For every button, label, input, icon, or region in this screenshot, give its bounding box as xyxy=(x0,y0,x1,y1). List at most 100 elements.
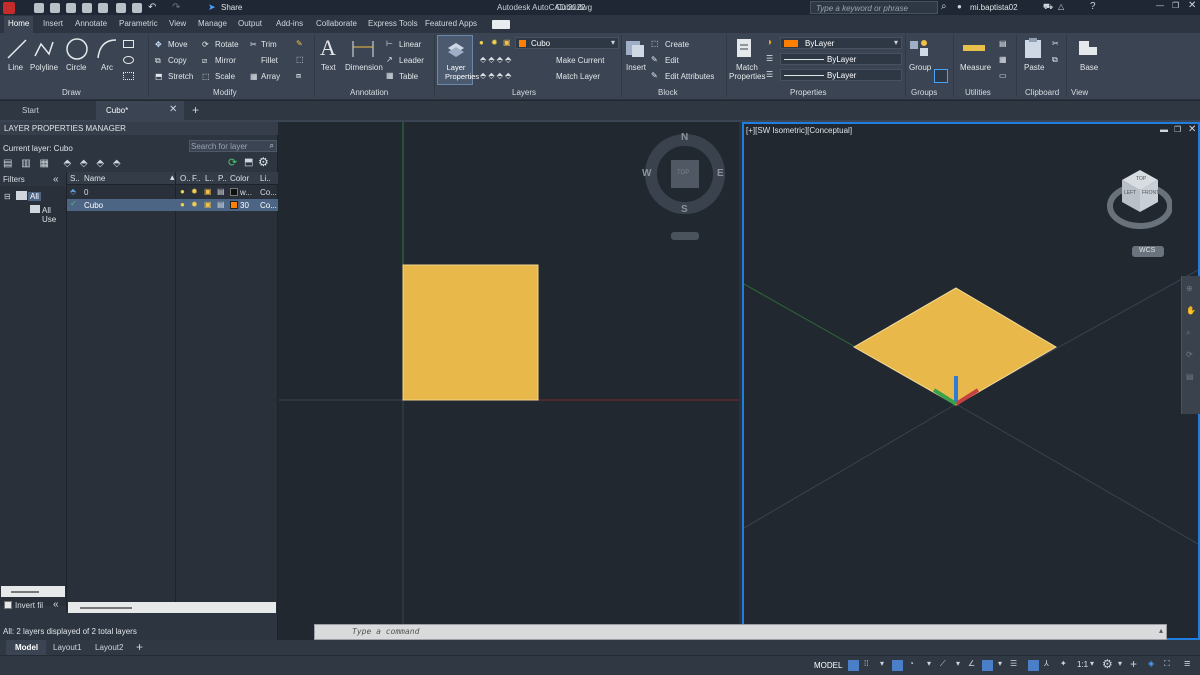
redo-icon[interactable]: ↷ xyxy=(172,2,180,13)
annotation-panel-title[interactable]: Annotation xyxy=(350,88,388,97)
close-icon[interactable]: ✕ xyxy=(1188,0,1196,11)
save-as-icon[interactable] xyxy=(82,3,92,13)
tree-expand-icon[interactable]: ⊟ xyxy=(4,192,11,201)
chevron-down-icon[interactable]: ▾ xyxy=(1118,659,1122,668)
make-current-button[interactable]: Make Current xyxy=(556,56,604,65)
view-panel-title[interactable]: View xyxy=(1071,88,1088,97)
edit-button[interactable]: Edit xyxy=(665,56,679,65)
customize-menu-icon[interactable]: ≡ xyxy=(1184,658,1190,670)
isolate-icon[interactable]: ◈ xyxy=(1148,659,1154,668)
zoom-icon[interactable]: ⌕ xyxy=(1186,328,1190,338)
array-button[interactable]: Array xyxy=(261,72,280,81)
invert-filter-checkbox[interactable] xyxy=(4,601,12,609)
line-icon[interactable] xyxy=(6,38,28,60)
color-dropdown[interactable]: ByLayer ▾ xyxy=(780,37,902,49)
restore-icon[interactable]: ❐ xyxy=(1172,1,1179,10)
navigation-bar[interactable]: ⊕ ✋ ⌕ ⟳ ▤ xyxy=(1181,276,1200,414)
bulb-on-icon[interactable]: ● xyxy=(180,200,185,209)
autodesk-icon[interactable]: △ xyxy=(1058,2,1064,11)
tab-featured-apps[interactable]: Featured Apps xyxy=(425,19,477,28)
autoscale-icon[interactable]: ✦ xyxy=(1060,659,1067,668)
layer-name[interactable]: 0 xyxy=(84,188,88,197)
viewport-top[interactable]: N S E W TOP xyxy=(279,122,740,640)
col-on[interactable]: O.. xyxy=(180,174,191,183)
tree-scrollbar[interactable] xyxy=(1,586,65,597)
base-view-icon[interactable] xyxy=(1077,39,1099,57)
calculator-icon[interactable]: ▤ xyxy=(999,39,1007,48)
table-row[interactable]: ✓ Cubo ● ✹ ▣ ▤ 30 Co... xyxy=(67,199,278,211)
refresh-icon[interactable]: ⟳ xyxy=(228,156,237,169)
tab-manage[interactable]: Manage xyxy=(198,19,227,28)
table-scrollbar[interactable] xyxy=(68,602,276,613)
help-search-input[interactable]: Type a keyword or phrase xyxy=(810,1,938,14)
offset-icon[interactable]: ⧈ xyxy=(296,71,301,81)
layer-states-icon[interactable]: ⬒ xyxy=(244,157,253,168)
layer-linetype[interactable]: Co... xyxy=(260,188,277,197)
move-button[interactable]: Move xyxy=(168,40,188,49)
isodraft-icon[interactable]: ⟋ xyxy=(940,659,946,669)
plot-icon[interactable]: ▤ xyxy=(217,200,225,209)
wcs-menu[interactable] xyxy=(671,232,699,240)
copy-button[interactable]: Copy xyxy=(168,56,187,65)
col-color[interactable]: Color xyxy=(230,174,249,183)
col-freeze[interactable]: F.. xyxy=(192,174,200,183)
layers-panel-title[interactable]: Layers xyxy=(512,88,536,97)
draw-panel-title[interactable]: Draw xyxy=(62,88,81,97)
polyline-icon[interactable] xyxy=(33,38,55,60)
unlock-icon[interactable]: ▣ xyxy=(204,200,212,209)
collapse-filters-icon[interactable]: « xyxy=(53,174,59,185)
model-space-button[interactable]: MODEL xyxy=(814,661,842,670)
doc-tab-start[interactable]: Start xyxy=(0,101,95,120)
print-icon[interactable] xyxy=(132,3,142,13)
col-lock[interactable]: L.. xyxy=(205,174,214,183)
osnap-icon[interactable] xyxy=(982,660,993,671)
table-button[interactable]: Table xyxy=(399,72,418,81)
utilities-panel-title[interactable]: Utilities xyxy=(965,88,991,97)
open-icon[interactable] xyxy=(50,3,60,13)
col-name[interactable]: Name xyxy=(84,174,105,183)
polar-icon[interactable]: ◔ xyxy=(909,659,914,668)
layer-search-input[interactable]: Search for layer ⌕ xyxy=(189,140,277,152)
scale-label[interactable]: 1:1 xyxy=(1077,660,1088,669)
new-icon[interactable] xyxy=(34,3,44,13)
help-icon[interactable]: ? xyxy=(1090,1,1096,12)
groups-panel-title[interactable]: Groups xyxy=(911,88,937,97)
tree-item-all[interactable]: All xyxy=(28,192,41,201)
modify-panel-title[interactable]: Modify xyxy=(213,88,237,97)
linetype-dropdown[interactable]: ByLayer xyxy=(780,53,902,65)
compass-n[interactable]: N xyxy=(681,132,688,143)
chevron-down-icon[interactable]: ▾ xyxy=(998,659,1002,668)
doc-tab-cubo[interactable]: Cubo* ✕ xyxy=(96,101,184,120)
unlock-icon[interactable]: ▣ xyxy=(204,187,212,196)
leader-button[interactable]: Leader xyxy=(399,56,424,65)
explode-icon[interactable]: ⬚ xyxy=(296,55,304,64)
layer-name[interactable]: Cubo xyxy=(84,201,103,210)
compass-w[interactable]: W xyxy=(642,168,651,179)
cube-front-label[interactable]: FRONT xyxy=(1142,190,1159,196)
match-layer-button[interactable]: Match Layer xyxy=(556,72,600,81)
layer-properties-button[interactable]: Layer Properties xyxy=(437,35,479,85)
cut-icon[interactable]: ✂ xyxy=(1052,39,1059,48)
cube-top-label[interactable]: TOP xyxy=(1136,176,1146,182)
mirror-button[interactable]: Mirror xyxy=(215,56,236,65)
edit-attributes-button[interactable]: Edit Attributes xyxy=(665,72,714,81)
color-swatch[interactable] xyxy=(230,188,238,196)
gear-icon[interactable]: ⚙ xyxy=(1102,657,1113,671)
dimension-icon[interactable] xyxy=(350,39,376,59)
layer-linetype[interactable]: Co... xyxy=(260,201,277,210)
circle-icon[interactable] xyxy=(65,37,89,61)
paste-icon[interactable] xyxy=(1023,37,1043,59)
plot-icon[interactable]: ▤ xyxy=(217,187,225,196)
tab-output[interactable]: Output xyxy=(238,19,262,28)
tab-view[interactable]: View xyxy=(169,19,186,28)
undo-icon[interactable]: ↶ xyxy=(148,2,156,13)
fullscreen-icon[interactable]: ⛶ xyxy=(1164,659,1170,669)
add-icon[interactable]: + xyxy=(1130,657,1137,671)
erase-icon[interactable]: ✎ xyxy=(296,39,303,48)
annotation-scale-icon[interactable] xyxy=(1028,660,1039,671)
gradient-icon[interactable] xyxy=(123,72,134,80)
trim-button[interactable]: Trim xyxy=(261,40,277,49)
command-input[interactable]: Type a command xyxy=(352,627,419,636)
snap-icon[interactable]: ⁞⁞ xyxy=(864,659,868,668)
linear-button[interactable]: Linear xyxy=(399,40,421,49)
